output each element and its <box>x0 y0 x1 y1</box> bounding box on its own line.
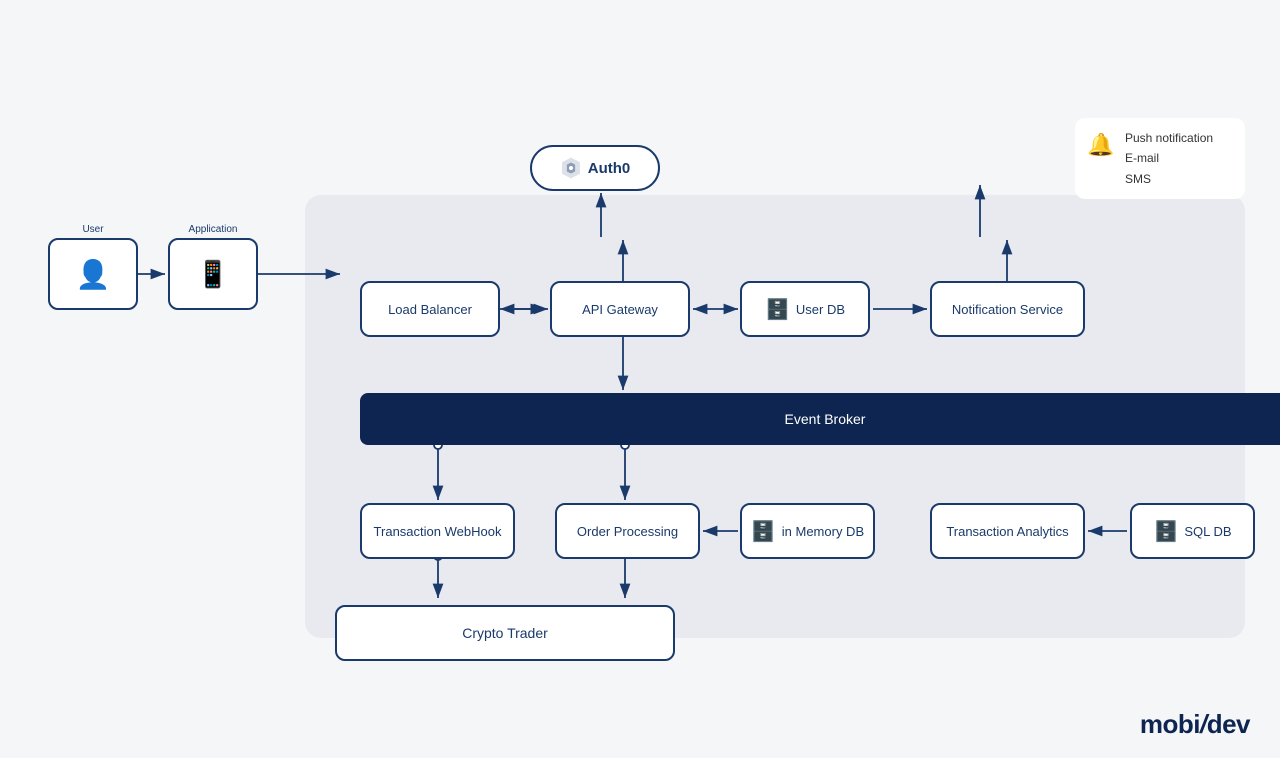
user-label: User <box>82 224 103 235</box>
bell-icon: 🔔 <box>1087 126 1114 163</box>
sqldb-icon: 🗄️ <box>1153 519 1178 544</box>
notif-label: Notification Service <box>952 302 1063 317</box>
ta-label: Transaction Analytics <box>946 524 1068 539</box>
node-transaction-analytics: Transaction Analytics <box>930 503 1085 559</box>
node-transaction-webhook: Transaction WebHook <box>360 503 515 559</box>
node-user-db: 🗄️ User DB <box>740 281 870 337</box>
node-order-processing: Order Processing <box>555 503 700 559</box>
memdb-icon: 🗄️ <box>751 519 776 544</box>
logo-slash: / <box>1200 709 1207 739</box>
user-icon: 👤 <box>76 258 111 291</box>
ct-label: Crypto Trader <box>462 625 548 641</box>
diagram-area: Auth0 🔔 Push notification E-mail SMS Use… <box>20 40 1260 718</box>
application-label: Application <box>189 224 238 235</box>
node-in-memory-db: 🗄️ in Memory DB <box>740 503 875 559</box>
auth0-label: Auth0 <box>588 160 631 177</box>
node-load-balancer: Load Balancer <box>360 281 500 337</box>
node-event-broker: Event Broker <box>360 393 1280 445</box>
node-notification-service: Notification Service <box>930 281 1085 337</box>
push-notification-text: Push notification <box>1125 128 1231 148</box>
userdb-label: User DB <box>796 302 845 317</box>
node-sql-db: 🗄️ SQL DB <box>1130 503 1255 559</box>
mobidev-logo: mobi/dev <box>1140 709 1250 740</box>
lb-label: Load Balancer <box>388 302 472 317</box>
node-user: User 👤 <box>48 238 138 310</box>
node-auth0: Auth0 <box>530 145 660 191</box>
eventbroker-label: Event Broker <box>785 411 866 427</box>
apigw-label: API Gateway <box>582 302 658 317</box>
notification-info-box: 🔔 Push notification E-mail SMS <box>1075 118 1245 199</box>
node-api-gateway: API Gateway <box>550 281 690 337</box>
twh-label: Transaction WebHook <box>374 524 502 539</box>
mobile-icon: 📱 <box>197 259 229 290</box>
sms-text: SMS <box>1125 169 1231 189</box>
node-application: Application 📱 <box>168 238 258 310</box>
userdb-icon: 🗄️ <box>765 297 790 322</box>
node-crypto-trader: Crypto Trader <box>335 605 675 661</box>
sqldb-label: SQL DB <box>1184 524 1231 539</box>
notification-items: Push notification E-mail SMS <box>1125 128 1231 189</box>
op-label: Order Processing <box>577 524 678 539</box>
memdb-label: in Memory DB <box>782 524 864 539</box>
email-text: E-mail <box>1125 148 1231 168</box>
